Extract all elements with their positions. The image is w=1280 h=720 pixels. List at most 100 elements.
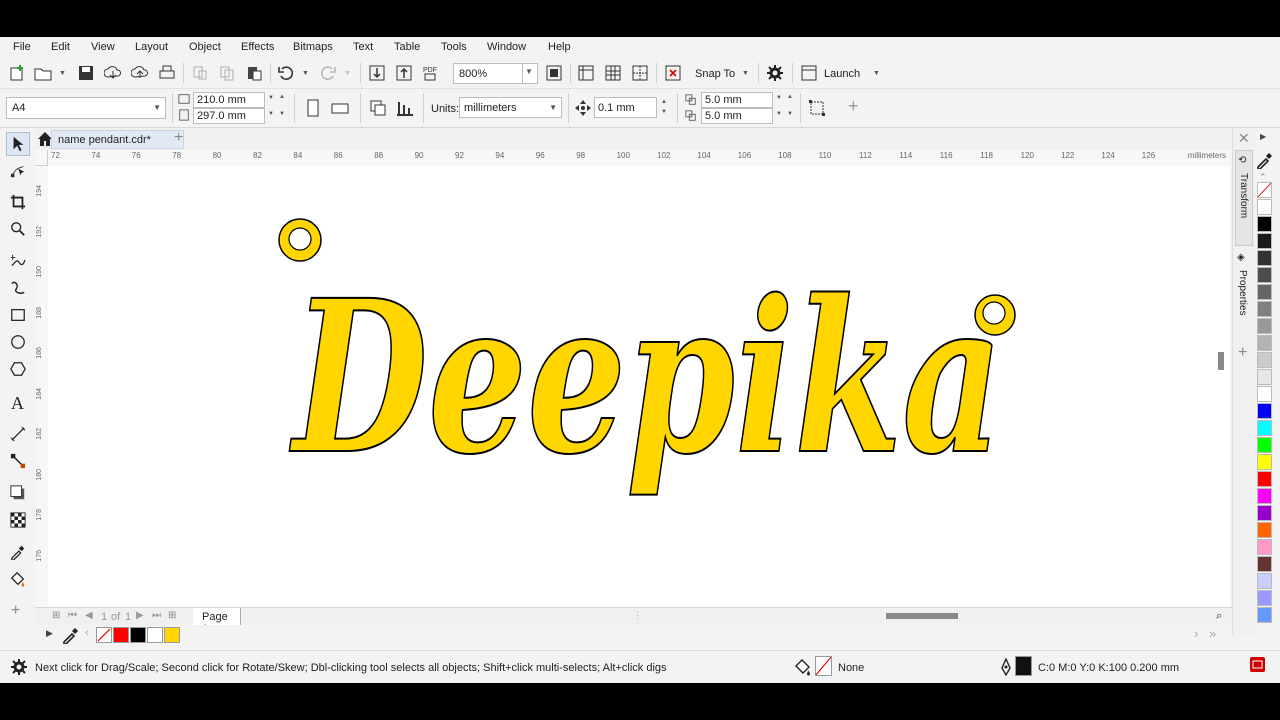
palette-color-swatch[interactable] [1257,556,1272,572]
duplicate-y-spinner-icon[interactable]: ▼ [776,111,784,119]
palette-color-swatch[interactable] [1257,505,1272,521]
palette-color-swatch[interactable] [1257,267,1272,283]
palette-color-swatch[interactable] [1257,386,1272,402]
palette-up-icon[interactable]: ▶ [1260,132,1266,141]
tab-properties[interactable]: ◈ Properties [1235,250,1253,338]
zoom-navigator-icon[interactable]: ⌕ [1216,610,1222,623]
menu-table[interactable]: Table [394,41,420,53]
snap-off-icon[interactable] [663,63,683,83]
vertical-scrollbar-thumb[interactable] [1218,352,1224,370]
drop-shadow-tool-icon[interactable] [6,481,30,505]
show-rulers-icon[interactable] [576,63,596,83]
print-icon[interactable] [157,63,177,83]
palette-expand-icon[interactable]: ▶ [46,628,53,639]
palette-color-swatch[interactable] [1257,539,1272,555]
snap-to-button[interactable]: Snap To [695,68,735,80]
color-proofing-icon[interactable] [1250,657,1265,672]
horizontal-scrollbar-thumb[interactable] [886,613,958,619]
palette-eyedropper-icon[interactable] [61,625,81,645]
nudge-down-icon[interactable]: ▼ [661,109,669,117]
page-size-dropdown-icon[interactable]: ▼ [153,103,161,112]
cloud-upload-icon[interactable] [130,63,150,83]
splitter-grip-icon[interactable]: ⋮ [633,610,642,621]
menu-view[interactable]: View [91,41,115,53]
no-color-palette-swatch[interactable] [1257,182,1272,198]
status-settings-gear-icon[interactable] [9,657,29,677]
freehand-tool-icon[interactable] [6,249,30,273]
palette-color-swatch[interactable] [1257,471,1272,487]
redo-icon[interactable] [318,63,338,83]
outline-pen-icon[interactable] [996,657,1016,677]
duplicate-y-field[interactable]: 5.0 mm [701,108,773,124]
palette-color-swatch[interactable] [1257,369,1272,385]
nudge-distance-field[interactable]: 0.1 mm [594,97,657,118]
units-dropdown-icon[interactable]: ▼ [549,103,557,112]
palette-color-swatch[interactable] [1257,216,1272,232]
page-width-up-icon[interactable]: ▲ [279,94,287,102]
outline-swatch[interactable] [1015,656,1032,676]
page-tab-page-1[interactable]: Page 1 [193,608,241,635]
vertical-ruler[interactable]: 194 192 190 188 186 184 182 180 178 176 [35,166,49,607]
menu-window[interactable]: Window [487,41,526,53]
add-tool-icon[interactable]: + [11,602,20,620]
copy-icon[interactable] [217,63,237,83]
palette-color-swatch[interactable] [1257,233,1272,249]
current-page-icon[interactable] [395,98,415,118]
menu-text[interactable]: Text [353,41,373,53]
publish-pdf-icon[interactable]: PDF [421,63,441,83]
color-eyedropper-icon[interactable] [1255,150,1275,170]
show-guidelines-icon[interactable] [630,63,650,83]
shape-tool-icon[interactable] [6,159,30,183]
duplicate-x-field[interactable]: 5.0 mm [701,92,773,108]
show-grid-icon[interactable] [603,63,623,83]
palette-color-swatch[interactable] [1257,437,1272,453]
palette-color-swatch[interactable] [1257,420,1272,436]
palette-color-swatch[interactable] [1257,590,1272,606]
palette-color-swatch[interactable] [1257,318,1272,334]
duplicate-y-down-icon[interactable]: ▼ [787,111,795,119]
eyedropper-tool-icon[interactable] [6,540,30,564]
palette-color-swatch[interactable] [1257,199,1272,215]
open-folder-icon[interactable] [33,63,53,83]
drawing-canvas[interactable]: Deepika [48,166,1230,607]
zoom-tool-icon[interactable] [6,217,30,241]
first-page-icon[interactable]: ⏮ [68,610,77,621]
menu-help[interactable]: Help [548,41,571,53]
page-height-down-icon[interactable]: ▼ [279,111,287,119]
import-icon[interactable] [367,63,387,83]
rectangle-tool-icon[interactable] [6,303,30,327]
menu-bitmaps[interactable]: Bitmaps [293,41,333,53]
snap-to-dropdown-icon[interactable]: ▼ [742,70,750,78]
docker-close-icon[interactable]: ✕ [1238,130,1250,147]
document-color-swatch[interactable] [147,627,163,643]
last-page-icon[interactable]: ⏭ [152,610,161,621]
next-page-icon[interactable]: ▶ [136,610,144,621]
open-dropdown-icon[interactable]: ▼ [59,70,67,78]
pendant-artwork[interactable]: Deepika [48,166,1230,607]
parallel-dimension-tool-icon[interactable] [6,422,30,446]
palette-color-swatch[interactable] [1257,488,1272,504]
cloud-download-icon[interactable] [103,63,123,83]
all-pages-icon[interactable] [368,98,388,118]
tab-transform[interactable]: ⟲ Transform [1235,150,1253,246]
page-height-spinner-icon[interactable]: ▼ [268,111,276,119]
menu-tools[interactable]: Tools [441,41,467,53]
no-color-swatch[interactable] [96,627,112,643]
ruler-origin[interactable] [35,150,48,166]
fill-swatch[interactable] [815,656,832,676]
palette-color-swatch[interactable] [1257,335,1272,351]
document-color-swatch[interactable] [164,627,180,643]
duplicate-x-up-icon[interactable]: ▲ [787,94,795,102]
palette-color-swatch[interactable] [1257,250,1272,266]
launch-button[interactable]: Launch [824,68,860,80]
treat-as-filled-icon[interactable] [807,98,827,118]
page-size-select[interactable]: A4 ▼ [6,97,166,119]
duplicate-x-spinner-icon[interactable]: ▼ [776,95,784,103]
palette-color-swatch[interactable] [1257,352,1272,368]
palette-color-swatch[interactable] [1257,284,1272,300]
document-color-swatch[interactable] [130,627,146,643]
cut-icon[interactable] [190,63,210,83]
portrait-icon[interactable] [303,98,323,118]
launch-icon[interactable] [799,63,819,83]
artistic-media-tool-icon[interactable] [6,276,30,300]
